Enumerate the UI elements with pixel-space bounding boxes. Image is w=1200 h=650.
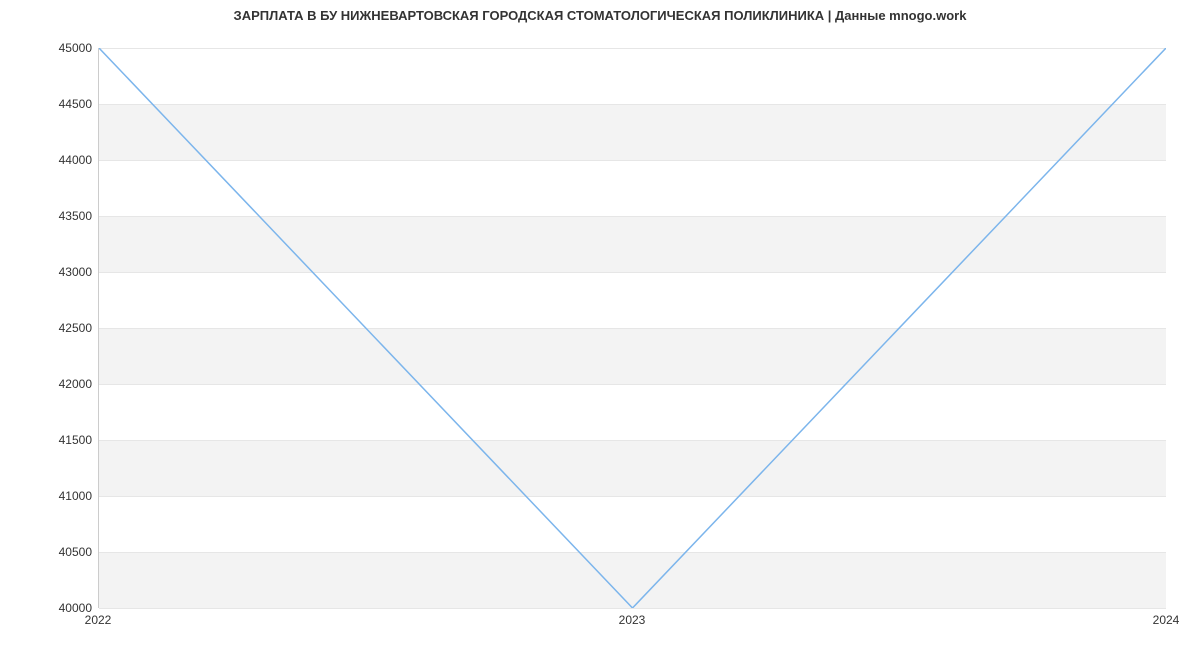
x-axis-tick-label: 2022 (85, 613, 112, 627)
x-axis-tick-label: 2024 (1153, 613, 1180, 627)
y-axis-tick-label: 41500 (32, 433, 92, 447)
salary-chart: ЗАРПЛАТА В БУ НИЖНЕВАРТОВСКАЯ ГОРОДСКАЯ … (0, 0, 1200, 650)
y-gridline (99, 608, 1166, 609)
y-axis-tick-label: 40500 (32, 545, 92, 559)
y-axis-tick-label: 43000 (32, 265, 92, 279)
y-axis-tick-label: 44500 (32, 97, 92, 111)
plot-area (98, 48, 1166, 608)
y-axis-tick-label: 44000 (32, 153, 92, 167)
y-axis-tick-label: 42500 (32, 321, 92, 335)
y-axis-tick-label: 42000 (32, 377, 92, 391)
chart-title: ЗАРПЛАТА В БУ НИЖНЕВАРТОВСКАЯ ГОРОДСКАЯ … (0, 8, 1200, 23)
y-axis-tick-label: 40000 (32, 601, 92, 615)
y-axis-tick-label: 43500 (32, 209, 92, 223)
y-axis-tick-label: 45000 (32, 41, 92, 55)
x-axis-tick-label: 2023 (619, 613, 646, 627)
y-axis-tick-label: 41000 (32, 489, 92, 503)
line-series (99, 48, 1166, 608)
